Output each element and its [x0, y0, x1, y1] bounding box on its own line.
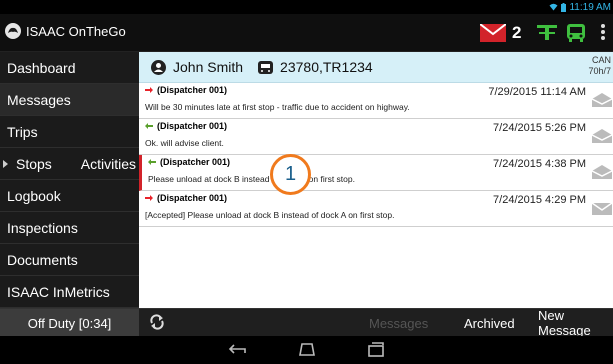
message-sender: (Dispatcher 001)	[157, 193, 228, 203]
hos-cycle-region: CAN	[591, 55, 611, 65]
sidebar-item-label: ISAAC InMetrics	[7, 283, 110, 300]
sidebar-item-label: Dashboard	[7, 59, 76, 76]
message-time: 7/24/2015 5:26 PM	[493, 122, 586, 134]
sidebar-item-isaac-inmetrics[interactable]: ISAAC InMetrics	[0, 276, 139, 308]
driver-info-bar: John Smith 23780,TR1234 CAN 70h/7	[139, 52, 613, 83]
unread-mail-indicator[interactable]: 2	[480, 23, 521, 43]
wifi-icon	[549, 3, 558, 11]
sidebar-item-label: Logbook	[7, 187, 61, 204]
person-icon	[151, 59, 166, 75]
sidebar-item-label: Documents	[7, 251, 78, 268]
back-icon[interactable]	[227, 344, 247, 356]
mail-icon	[480, 24, 506, 42]
sidebar-item-dashboard[interactable]: Dashboard	[0, 52, 139, 84]
sidebar-item-activities[interactable]: Activities	[81, 156, 136, 172]
message-sender: (Dispatcher 001)	[157, 121, 228, 131]
sidebar-item-label: Inspections	[7, 219, 78, 236]
recent-apps-icon[interactable]	[366, 341, 386, 357]
expand-arrow-icon	[3, 159, 8, 168]
system-status-bar: 11:19 AM	[0, 0, 613, 14]
incoming-arrow-icon	[148, 159, 156, 165]
hos-cycle: CAN 70h/7	[588, 55, 611, 77]
vehicle-icon	[258, 60, 274, 74]
messages-panel: John Smith 23780,TR1234 CAN 70h/7 (Dispa…	[139, 52, 613, 308]
envelope-closed-icon	[591, 203, 613, 215]
envelope-open-icon	[591, 129, 613, 143]
callout-number: 1	[284, 163, 297, 185]
sidebar-item-inspections[interactable]: Inspections	[0, 212, 139, 244]
message-time: 7/24/2015 4:29 PM	[493, 194, 586, 206]
envelope-open-icon	[591, 93, 613, 107]
tab-archived[interactable]: Archived	[464, 309, 515, 337]
sidebar-item-label: Stops	[16, 155, 52, 172]
home-icon[interactable]	[296, 342, 318, 356]
vehicle-id: 23780,TR1234	[280, 59, 373, 75]
message-row[interactable]: (Dispatcher 001) Ok. will advise client.…	[139, 119, 613, 155]
app-logo[interactable]: ISAAC OnTheGo	[4, 22, 126, 40]
sidebar-item-label: Messages	[7, 91, 71, 108]
tab-messages[interactable]: Messages	[369, 309, 428, 337]
app-title: ISAAC OnTheGo	[26, 23, 126, 39]
sidebar-item-trips[interactable]: Trips	[0, 116, 139, 148]
system-nav-bar	[0, 336, 613, 364]
message-body: Please unload at dock B instead of dock …	[148, 174, 355, 184]
message-body: Will be 30 minutes late at first stop - …	[145, 102, 410, 112]
bottom-action-bar: Off Duty [0:34] Messages Archived New Me…	[0, 308, 613, 338]
app-logo-icon	[5, 23, 21, 39]
sidebar-item-label: Trips	[7, 123, 38, 140]
duty-status-label: Off Duty [0:34]	[27, 315, 112, 331]
outgoing-arrow-icon	[145, 195, 153, 201]
message-row[interactable]: (Dispatcher 001) Will be 30 minutes late…	[139, 83, 613, 119]
message-sender: (Dispatcher 001)	[157, 85, 228, 95]
message-body: Ok. will advise client.	[145, 138, 224, 148]
message-sender: (Dispatcher 001)	[160, 157, 231, 167]
sidebar-item-stops[interactable]: Stops	[0, 156, 52, 172]
incoming-arrow-icon	[145, 123, 153, 129]
refresh-icon[interactable]	[149, 314, 165, 330]
message-time: 7/24/2015 4:38 PM	[493, 158, 586, 170]
message-row[interactable]: (Dispatcher 001) Please unload at dock B…	[139, 155, 613, 191]
battery-icon	[561, 2, 567, 12]
clock: 11:19 AM	[569, 1, 611, 13]
callout-badge: 1	[270, 154, 311, 195]
duty-status-button[interactable]: Off Duty [0:34]	[0, 309, 139, 337]
sidebar-item-messages[interactable]: Messages	[0, 84, 139, 116]
overflow-menu-icon[interactable]	[600, 23, 606, 41]
sidebar-item-logbook[interactable]: Logbook	[0, 180, 139, 212]
message-row[interactable]: (Dispatcher 001) [Accepted] Please unloa…	[139, 191, 613, 227]
sidebar-row-stops-activities: Stops Activities	[0, 148, 139, 180]
app-bar: ISAAC OnTheGo 2	[0, 14, 613, 52]
envelope-open-icon	[591, 165, 613, 179]
hos-cycle-hours: 70h/7	[588, 66, 611, 76]
message-body: [Accepted] Please unload at dock B inste…	[145, 210, 395, 220]
unread-count: 2	[512, 23, 522, 42]
new-message-button[interactable]: New Message	[538, 308, 613, 338]
message-time: 7/29/2015 11:14 AM	[488, 86, 586, 98]
outgoing-arrow-icon	[145, 87, 153, 93]
truck-icon[interactable]	[566, 23, 586, 43]
signal-tower-icon[interactable]	[536, 23, 558, 41]
sidebar-item-documents[interactable]: Documents	[0, 244, 139, 276]
sidebar-nav: Dashboard Messages Trips Stops Activitie…	[0, 52, 139, 308]
driver-name: John Smith	[173, 59, 244, 75]
